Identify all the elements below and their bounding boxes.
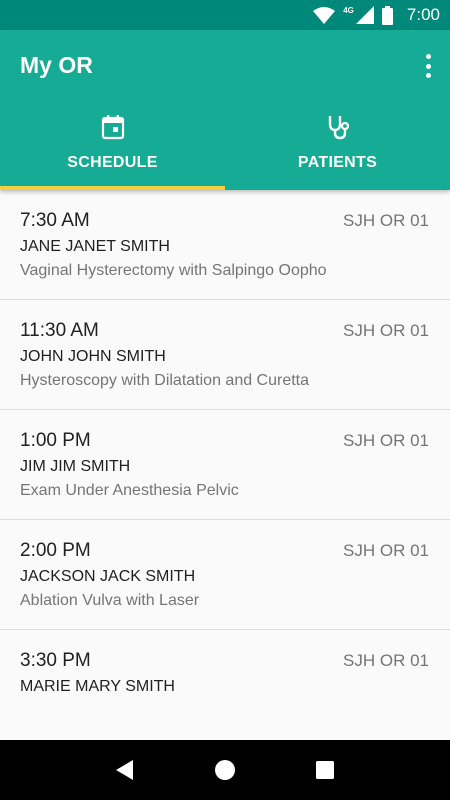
tab-patients[interactable]: PATIENTS xyxy=(225,110,450,190)
status-time: 7:00 xyxy=(406,5,440,24)
app-bar: My OR SCHEDULE PATIENTS xyxy=(0,30,450,190)
list-item[interactable]: 1:00 PM SJH OR 01 JIM JIM SMITH Exam Und… xyxy=(0,410,450,520)
case-room: SJH OR 01 xyxy=(343,431,429,450)
case-time: 1:00 PM xyxy=(20,430,91,451)
procedure-name: Hysteroscopy with Dilatation and Curetta xyxy=(20,372,310,389)
battery-icon xyxy=(381,5,393,25)
tab-schedule-label: SCHEDULE xyxy=(67,154,158,171)
patient-name: JANE JANET SMITH xyxy=(20,238,170,255)
calendar-icon xyxy=(101,114,125,140)
tab-patients-label: PATIENTS xyxy=(297,154,378,171)
case-time: 11:30 AM xyxy=(20,320,99,341)
case-room: SJH OR 01 xyxy=(343,651,429,670)
procedure-name: Ablation Vulva with Laser xyxy=(20,592,200,609)
selected-tab-indicator xyxy=(0,186,225,190)
tab-schedule[interactable]: SCHEDULE xyxy=(0,110,225,190)
case-room: SJH OR 01 xyxy=(343,541,429,560)
back-icon[interactable] xyxy=(105,750,145,790)
case-time: 7:30 AM xyxy=(20,210,90,231)
patient-name: JIM JIM SMITH xyxy=(20,458,131,475)
network-type-label: 4G xyxy=(343,5,354,15)
procedure-name: Exam Under Anesthesia Pelvic xyxy=(20,482,239,499)
more-vert-icon[interactable] xyxy=(422,54,434,78)
patient-name: JACKSON JACK SMITH xyxy=(20,568,196,585)
case-room: SJH OR 01 xyxy=(343,211,429,230)
status-bar: 4G 7:00 xyxy=(0,0,450,30)
list-item[interactable]: 2:00 PM SJH OR 01 JACKSON JACK SMITH Abl… xyxy=(0,520,450,630)
home-icon[interactable] xyxy=(205,750,245,790)
patient-name: JOHN JOHN SMITH xyxy=(20,348,166,365)
wifi-icon xyxy=(313,6,336,24)
tab-bar: SCHEDULE PATIENTS xyxy=(0,110,450,190)
stethoscope-icon xyxy=(325,114,351,140)
list-item[interactable]: 11:30 AM SJH OR 01 JOHN JOHN SMITH Hyste… xyxy=(0,300,450,410)
schedule-list: 7:30 AM SJH OR 01 JANE JANET SMITH Vagin… xyxy=(0,190,450,740)
system-nav-bar xyxy=(0,740,450,800)
procedure-name: Vaginal Hysterectomy with Salpingo Oopho xyxy=(20,262,327,279)
case-room: SJH OR 01 xyxy=(343,321,429,340)
case-time: 2:00 PM xyxy=(20,540,91,561)
cell-signal-icon xyxy=(355,6,374,24)
list-item[interactable]: 3:30 PM SJH OR 01 MARIE MARY SMITH xyxy=(0,630,450,740)
case-time: 3:30 PM xyxy=(20,650,91,671)
list-item[interactable]: 7:30 AM SJH OR 01 JANE JANET SMITH Vagin… xyxy=(0,190,450,300)
patient-name: MARIE MARY SMITH xyxy=(20,678,175,695)
recents-icon[interactable] xyxy=(305,750,345,790)
app-title: My OR xyxy=(20,52,93,78)
